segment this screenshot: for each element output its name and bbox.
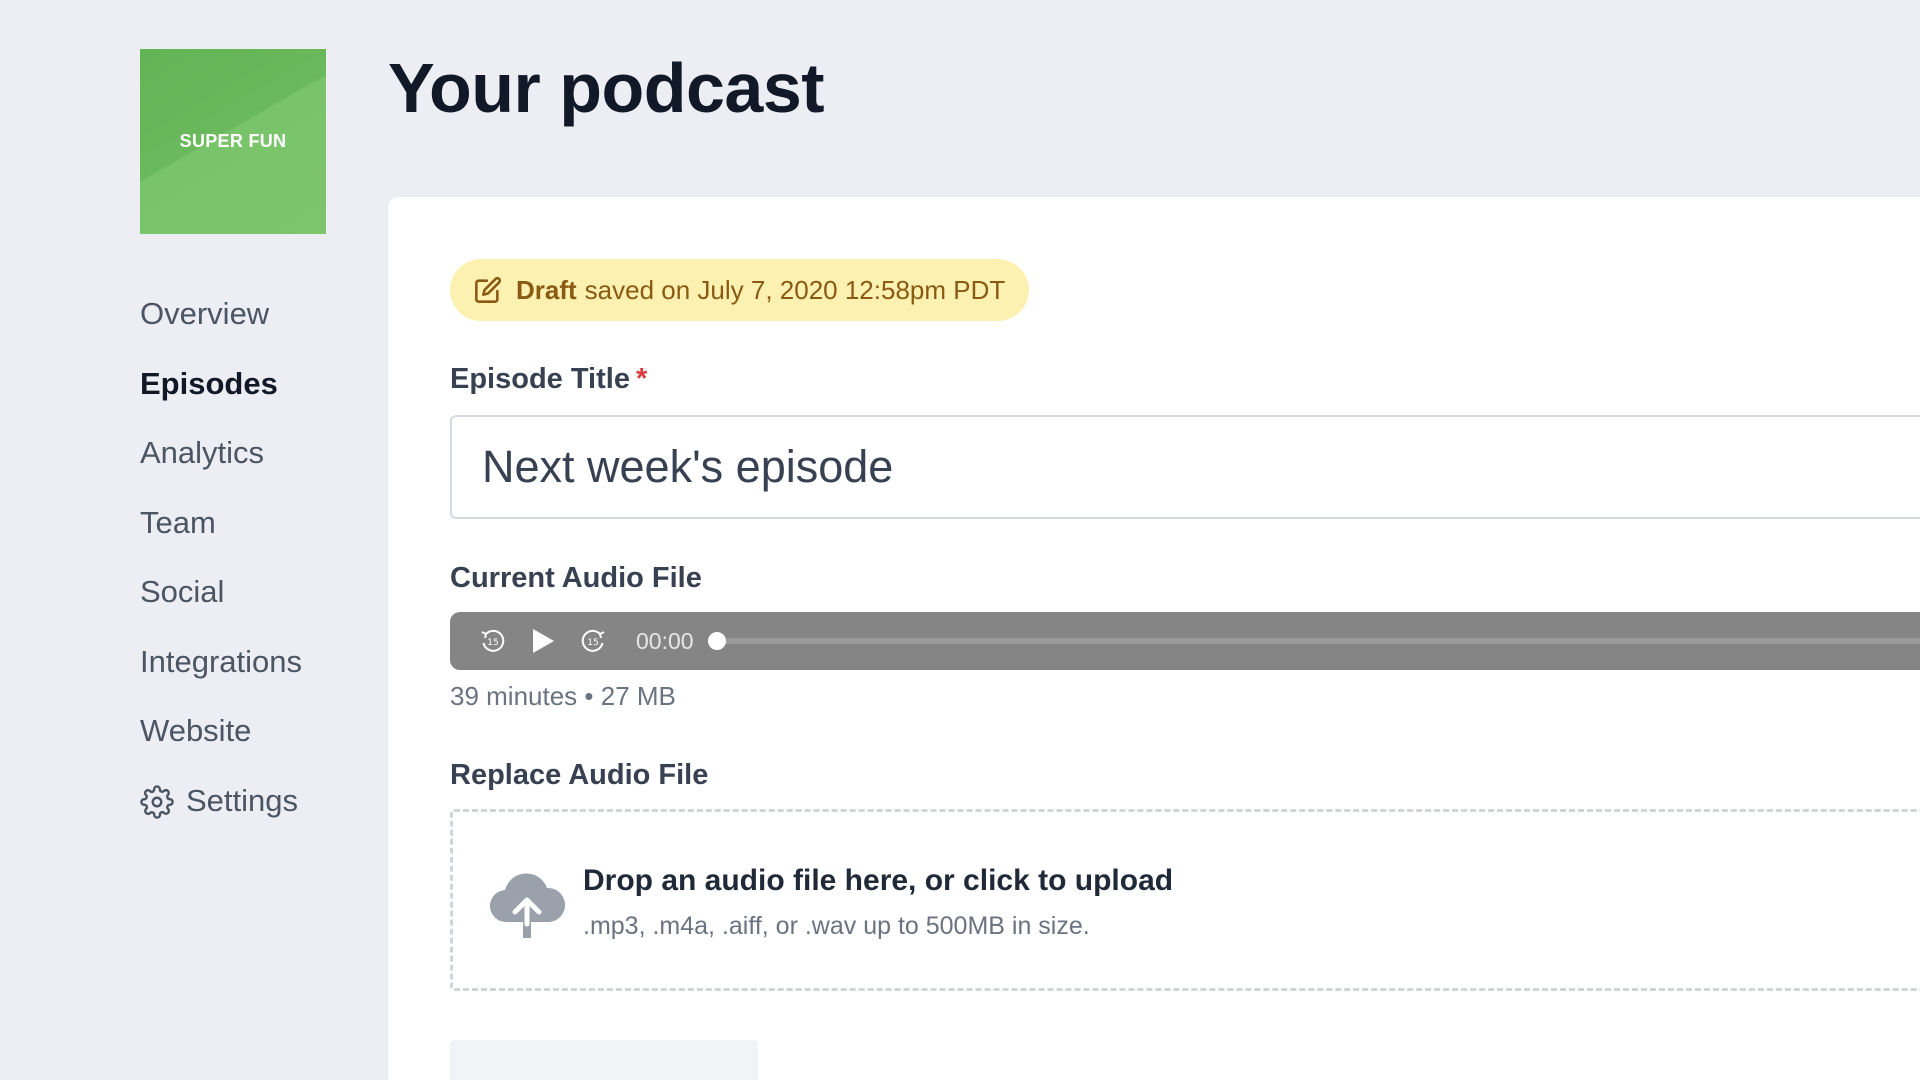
- sidebar-item-label: Overview: [140, 296, 270, 331]
- sidebar-item-team[interactable]: Team: [140, 505, 302, 575]
- episode-form-card: Draft saved on July 7, 2020 12:58pm PDT …: [388, 197, 1920, 1080]
- sidebar-item-social[interactable]: Social: [140, 574, 302, 644]
- dropzone-hint: .mp3, .m4a, .aiff, or .wav up to 500MB i…: [583, 912, 1090, 940]
- sidebar-item-label: Team: [140, 504, 216, 540]
- episode-title-label-text: Episode Title: [450, 363, 630, 395]
- sidebar-item-episodes[interactable]: Episodes: [140, 366, 302, 436]
- sidebar-item-label: Integrations: [140, 643, 302, 679]
- dropzone-title: Drop an audio file here, or click to upl…: [583, 864, 1174, 897]
- audio-player: 15 15 00:00: [450, 612, 1920, 670]
- edit-icon: [474, 276, 502, 304]
- podcast-cover[interactable]: SUPER FUN: [140, 49, 326, 234]
- audio-file-meta: 39 minutes • 27 MB: [450, 681, 676, 711]
- sidebar-item-label: Episodes: [140, 365, 278, 401]
- page: SUPER FUN Overview Episodes Analytics Te…: [0, 0, 1920, 1080]
- sidebar-item-website[interactable]: Website: [140, 713, 302, 783]
- page-title: Your podcast: [388, 49, 825, 127]
- current-audio-label: Current Audio File: [450, 562, 702, 594]
- draft-saved-text: saved on July 7, 2020 12:58pm PDT: [584, 274, 1006, 305]
- cloud-upload-icon: [487, 862, 567, 947]
- audio-progress-track[interactable]: [707, 632, 1920, 650]
- audio-dropzone[interactable]: Drop an audio file here, or click to upl…: [450, 809, 1920, 991]
- audio-time: 00:00: [636, 627, 694, 654]
- draft-status-label: Draft: [516, 274, 577, 305]
- sidebar-item-settings[interactable]: Settings: [140, 783, 302, 853]
- save-button[interactable]: [450, 1040, 758, 1080]
- play-icon[interactable]: [530, 627, 556, 655]
- replace-audio-label: Replace Audio File: [450, 759, 709, 791]
- sidebar-item-label: Website: [140, 713, 252, 748]
- gear-icon: [140, 784, 174, 819]
- sidebar-item-label: Analytics: [140, 435, 265, 470]
- sidebar-item-label: Social: [140, 574, 225, 609]
- draft-status-badge: Draft saved on July 7, 2020 12:58pm PDT: [450, 259, 1030, 321]
- sidebar-item-analytics[interactable]: Analytics: [140, 435, 302, 505]
- sidebar-nav: Overview Episodes Analytics Team Social …: [140, 296, 302, 852]
- forward-15-icon[interactable]: 15: [578, 626, 608, 656]
- episode-title-label: Episode Title *: [450, 363, 647, 396]
- sidebar-item-label: Settings: [186, 782, 299, 818]
- sidebar-item-overview[interactable]: Overview: [140, 296, 302, 366]
- episode-title-input[interactable]: [450, 415, 1920, 519]
- sidebar-item-integrations[interactable]: Integrations: [140, 644, 302, 714]
- svg-text:15: 15: [487, 638, 498, 648]
- rewind-15-icon[interactable]: 15: [478, 626, 508, 656]
- podcast-cover-text: SUPER FUN: [179, 131, 287, 151]
- required-asterisk: *: [635, 363, 648, 395]
- svg-text:15: 15: [587, 638, 598, 648]
- audio-progress-knob[interactable]: [707, 632, 726, 650]
